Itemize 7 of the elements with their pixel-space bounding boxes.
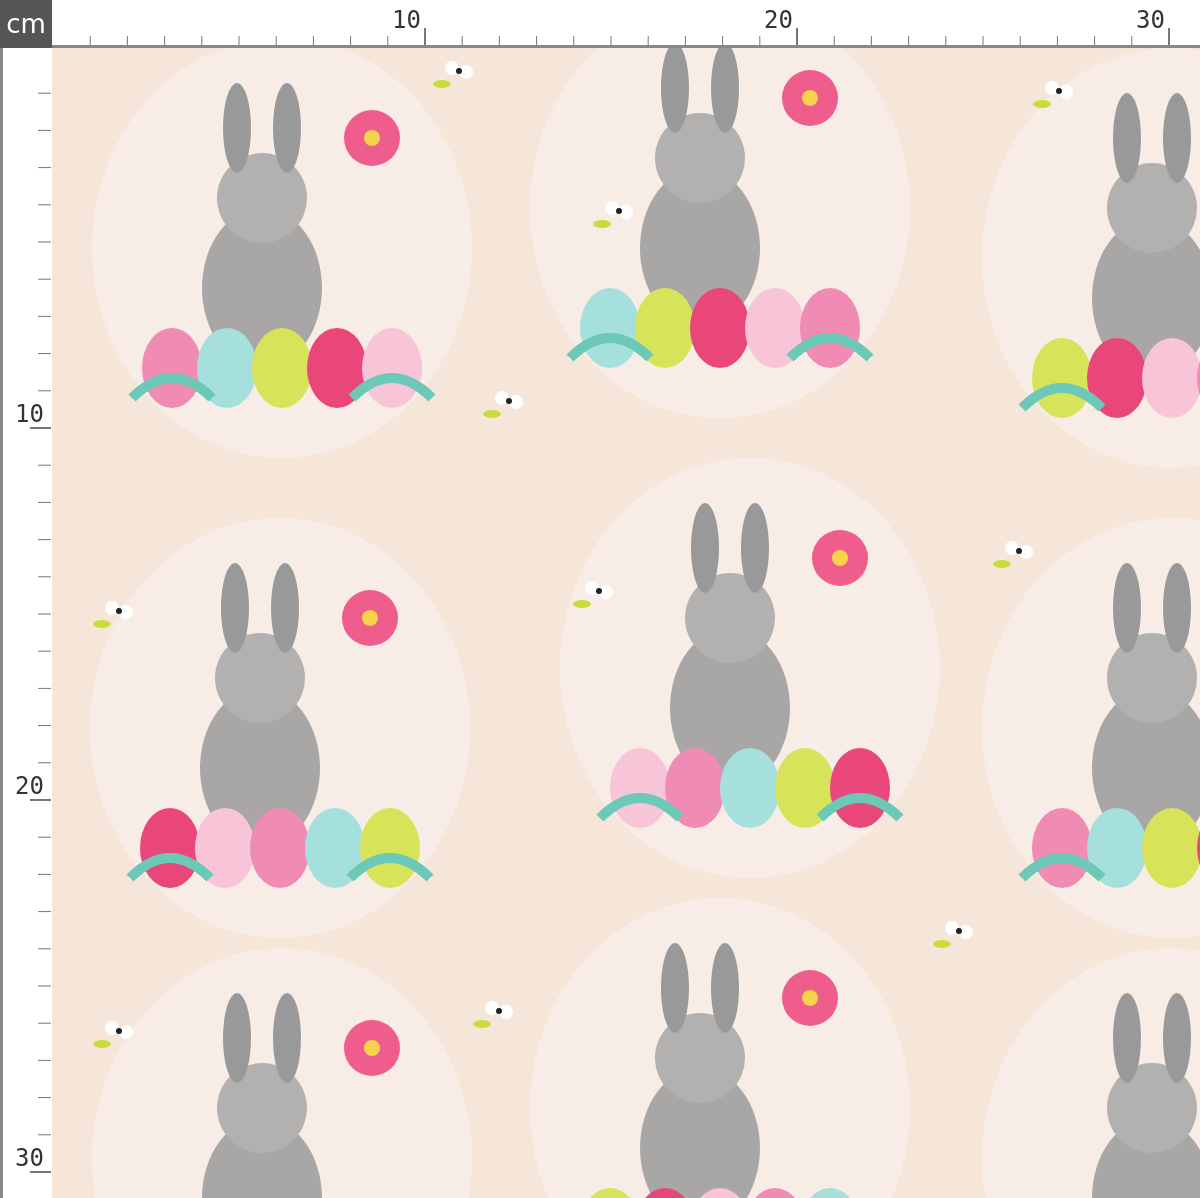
ruler-label: 30: [15, 1144, 44, 1172]
unit-label: cm: [0, 0, 52, 48]
ruler-label: 30: [1136, 6, 1165, 34]
ruler-label: 10: [392, 6, 421, 34]
ruler-label: 20: [15, 772, 44, 800]
ruler-label: 20: [764, 6, 793, 34]
ruler-label: 10: [15, 400, 44, 428]
